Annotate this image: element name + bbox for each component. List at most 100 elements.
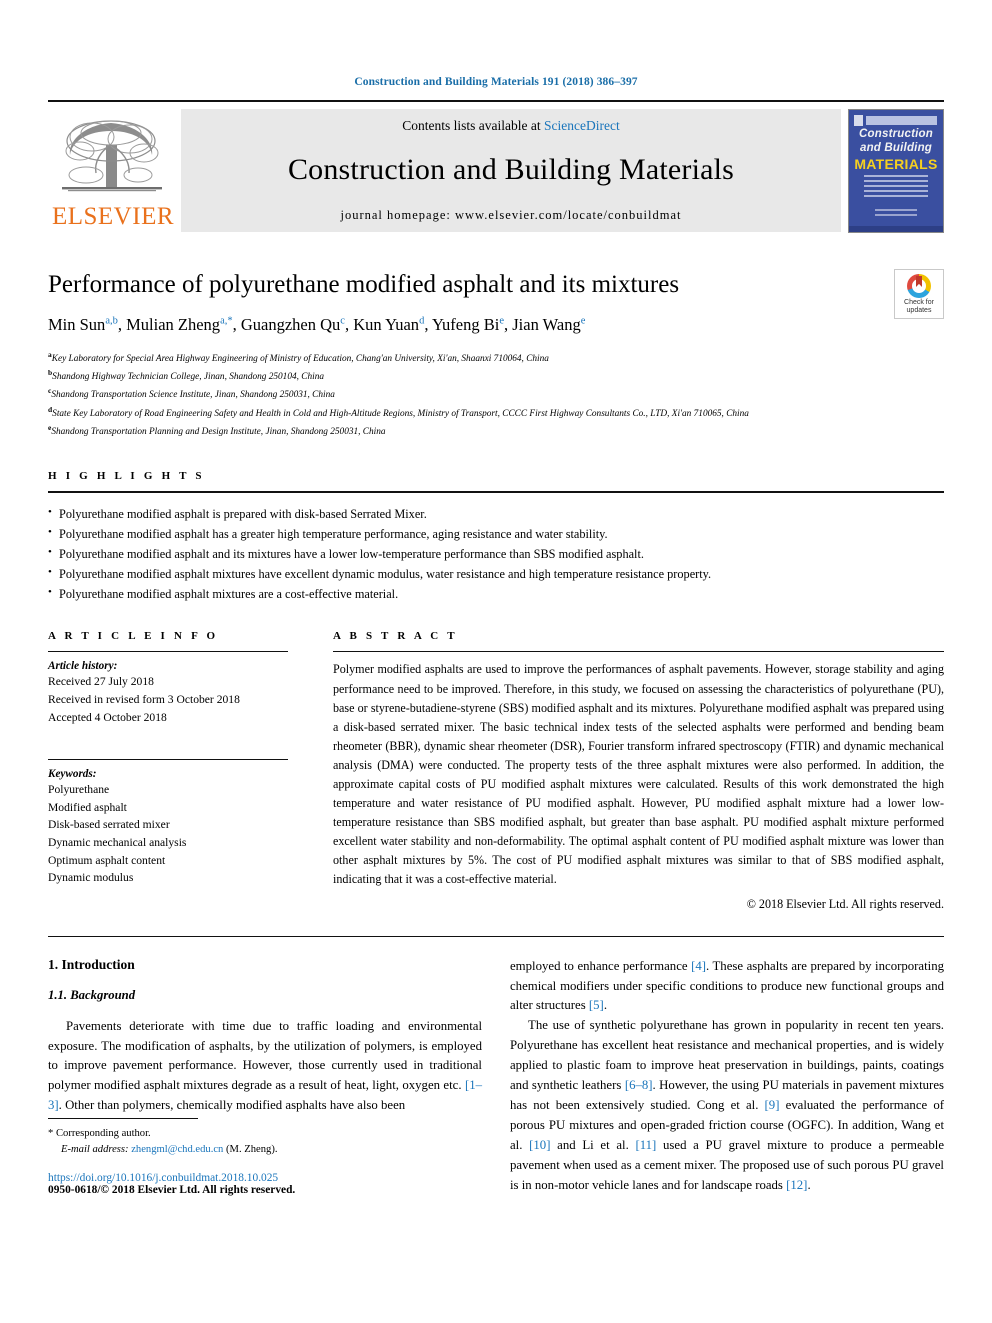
citation-9[interactable]: [9]	[765, 1098, 780, 1112]
crossmark-badge[interactable]: Check for updates	[894, 269, 944, 319]
paragraph-right-1-text-c: .	[603, 998, 608, 1013]
keyword-item: Dynamic modulus	[48, 871, 134, 885]
article-history-item: Received in revised form 3 October 2018	[48, 693, 240, 707]
paragraph-right-2-text-f: .	[807, 1178, 811, 1193]
corresponding-author-line: * Corresponding author.	[48, 1126, 498, 1142]
author-affiliation-marker: c	[340, 315, 345, 327]
paragraph-left-1: Pavements deteriorate with time due to t…	[48, 1017, 482, 1117]
author-name[interactable]: Min Sun	[48, 315, 105, 334]
article-history-lines: Received 27 July 2018 Received in revised…	[48, 673, 288, 726]
highlights-list: Polyurethane modified asphalt is prepare…	[48, 504, 944, 605]
author-name[interactable]: Guangzhen Qu	[241, 315, 340, 334]
email-label: E-mail address:	[61, 1143, 129, 1155]
paragraph-right-2-text-d: and Li et al.	[550, 1138, 636, 1153]
paragraph-left-1-text-b: . Other than polymers, chemically modifi…	[58, 1098, 406, 1113]
affiliation-item: cShandong Transportation Science Institu…	[48, 386, 335, 401]
article-info-rule	[48, 651, 288, 653]
author-name[interactable]: Mulian Zheng	[126, 315, 220, 334]
abstract-column: A B S T R A C T Polymer modified asphalt…	[333, 630, 944, 911]
title-block: Performance of polyurethane modified asp…	[48, 269, 944, 335]
author-list: Min Suna,b, Mulian Zhenga,*, Guangzhen Q…	[48, 314, 586, 334]
paragraph-right-2: The use of synthetic polyurethane has gr…	[510, 1016, 944, 1196]
masthead-center-panel: Contents lists available at ScienceDirec…	[181, 109, 841, 232]
sciencedirect-link[interactable]: ScienceDirect	[544, 118, 620, 133]
running-head: Construction and Building Materials 191 …	[354, 76, 638, 88]
affiliation-list: aKey Laboratory for Special Area Highway…	[48, 349, 944, 440]
abstract-label: A B S T R A C T	[333, 630, 458, 643]
email-line: E-mail address: zhengml@chd.edu.cn (M. Z…	[48, 1142, 498, 1158]
author-affiliation-marker: e	[580, 315, 586, 327]
elsevier-tree-icon	[62, 120, 162, 192]
footnote-rule	[48, 1117, 198, 1119]
highlight-item: Polyurethane modified asphalt and its mi…	[48, 544, 944, 565]
keywords-rule	[48, 759, 288, 761]
affiliation-marker: e	[48, 422, 52, 432]
author-affiliation-marker: d	[419, 315, 425, 327]
cover-footer-lines	[875, 208, 917, 219]
affiliation-marker: a	[48, 350, 52, 360]
doi-link[interactable]: https://doi.org/10.1016/j.conbuildmat.20…	[48, 1172, 498, 1184]
article-history-item: Received 27 July 2018	[48, 675, 154, 689]
highlight-item: Polyurethane modified asphalt mixtures h…	[48, 564, 944, 585]
highlight-item: Polyurethane modified asphalt is prepare…	[48, 504, 944, 525]
citation-11[interactable]: [11]	[635, 1138, 656, 1152]
highlight-item: Polyurethane modified asphalt mixtures a…	[48, 584, 944, 605]
keyword-item: Dynamic mechanical analysis	[48, 836, 187, 850]
abstract-rule	[333, 651, 944, 653]
subsection-heading-background: 1.1. Background	[48, 987, 136, 1002]
article-history-item: Accepted 4 October 2018	[48, 710, 167, 724]
affiliation-item: aKey Laboratory for Special Area Highway…	[48, 350, 549, 365]
citation-4[interactable]: [4]	[691, 959, 706, 973]
paragraph-right-1-text-a: employed to enhance performance	[510, 958, 692, 973]
abstract-copyright: © 2018 Elsevier Ltd. All rights reserved…	[746, 896, 944, 911]
info-abstract-row: A R T I C L E I N F O Article history: R…	[48, 630, 944, 911]
paragraph-right-1: employed to enhance performance [4]. The…	[510, 957, 944, 1017]
body-column-left: 1. Introduction 1.1. Background Pavement…	[48, 957, 482, 1196]
doi-block: https://doi.org/10.1016/j.conbuildmat.20…	[48, 1172, 498, 1196]
keyword-item: Optimum asphalt content	[48, 853, 166, 867]
affiliation-marker: b	[48, 368, 53, 378]
issn-copyright-line: 0950-0618/© 2018 Elsevier Ltd. All right…	[48, 1183, 296, 1196]
elsevier-wordmark: ELSEVIER	[51, 203, 175, 230]
citation-6-8[interactable]: [6–8]	[625, 1078, 653, 1092]
email-link[interactable]: zhengml@chd.edu.cn	[131, 1144, 223, 1155]
highlights-label: H I G H L I G H T S	[48, 469, 205, 482]
footnote-block: * Corresponding author. E-mail address: …	[48, 1117, 498, 1196]
journal-homepage-link[interactable]: journal homepage: www.elsevier.com/locat…	[341, 208, 682, 223]
body-columns: 1. Introduction 1.1. Background Pavement…	[48, 935, 944, 1196]
keyword-item: Polyurethane	[48, 783, 110, 797]
corresponding-marker: *	[48, 1127, 54, 1139]
citation-5[interactable]: [5]	[589, 998, 604, 1012]
paragraph-left-1-text-a: Pavements deteriorate with time due to t…	[48, 1018, 482, 1093]
crossmark-line1: Check for	[904, 299, 934, 306]
journal-masthead: ELSEVIER Contents lists available at Sci…	[48, 100, 944, 233]
citation-12[interactable]: [12]	[786, 1178, 807, 1192]
page-title: Performance of polyurethane modified asp…	[48, 271, 680, 298]
crossmark-line2: updates	[906, 307, 932, 315]
affiliation-marker: d	[48, 404, 53, 414]
keyword-item: Modified asphalt	[48, 800, 127, 814]
cover-logo-square	[853, 114, 864, 126]
article-info-label: A R T I C L E I N F O	[48, 630, 219, 643]
author-name[interactable]: Jian Wang	[512, 315, 580, 334]
article-page: Construction and Building Materials 191 …	[0, 0, 992, 1323]
highlight-item: Polyurethane modified asphalt has a grea…	[48, 524, 944, 545]
affiliation-item: eShandong Transportation Planning and De…	[48, 422, 386, 437]
author-name[interactable]: Kun Yuan	[353, 315, 419, 334]
crossmark-label: Check for updates	[895, 299, 943, 315]
author-name[interactable]: Yufeng Bi	[432, 315, 499, 334]
cover-title-line3: MATERIALS	[854, 155, 938, 172]
cover-top-band	[865, 116, 938, 125]
citation-10[interactable]: [10]	[529, 1138, 550, 1152]
corresponding-text: Corresponding author.	[55, 1127, 151, 1139]
cover-title-line1: Construction	[859, 128, 933, 141]
affiliation-marker: c	[48, 386, 52, 396]
article-history-heading: Article history:	[48, 660, 118, 673]
journal-title: Construction and Building Materials	[287, 153, 735, 186]
keywords-lines: Polyurethane Modified asphalt Disk-based s…	[48, 781, 288, 887]
contents-prefix: Contents lists available at	[402, 118, 544, 133]
highlights-section: H I G H L I G H T S Polyurethane modifie…	[48, 470, 944, 605]
elsevier-logo: ELSEVIER	[48, 109, 178, 229]
cover-title-line2: and Building	[859, 142, 933, 155]
author-affiliation-marker: e	[499, 315, 504, 327]
